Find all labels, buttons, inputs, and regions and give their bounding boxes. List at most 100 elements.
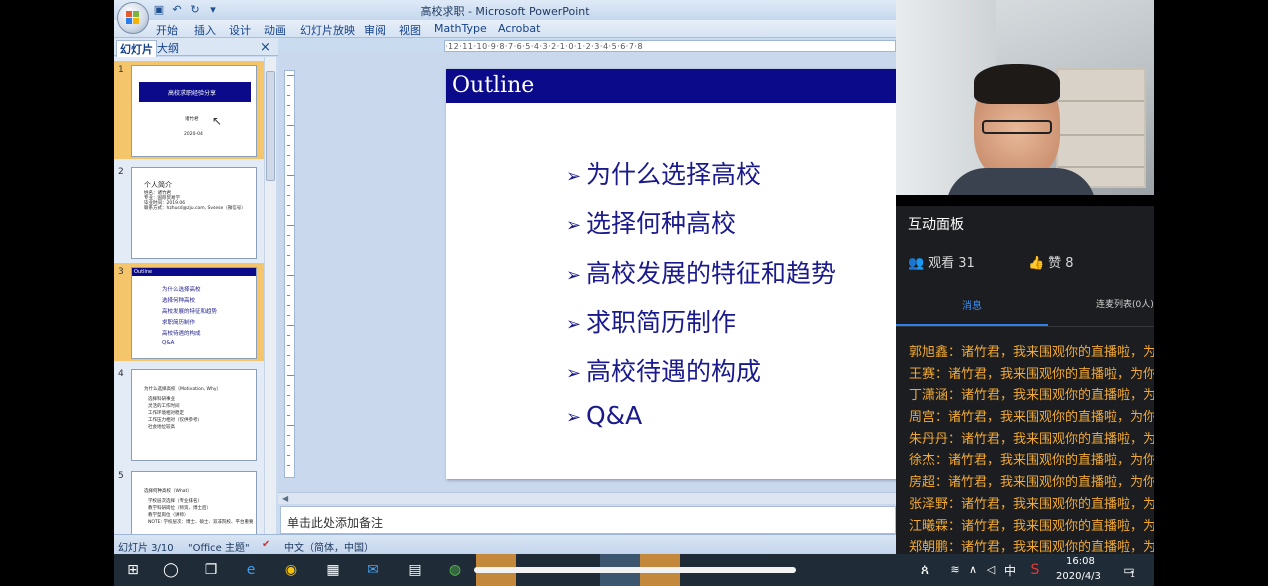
theme-name: "Office 主题" xyxy=(188,543,250,554)
slide-thumbnail-2[interactable]: 2 个人简介 姓名：诸竹君 专业：国际贸易学 毕业时间：2019.06 联系方式… xyxy=(114,163,264,261)
mouse-cursor-icon: ↖ xyxy=(212,114,223,128)
tab-mathtype[interactable]: MathType xyxy=(434,22,487,35)
sogou-icon[interactable]: S xyxy=(1026,561,1044,579)
mail-icon[interactable]: ✉ xyxy=(364,561,382,579)
task-view-icon[interactable]: ❐ xyxy=(202,561,220,579)
tab-slideshow[interactable]: 幻灯片放映 xyxy=(300,22,355,38)
redo-icon[interactable]: ↻ xyxy=(188,3,202,17)
chat-message: 江曦霖：诸竹君，我来围观你的直播啦，为 xyxy=(909,518,1154,534)
notification-count: 1 xyxy=(1130,570,1136,579)
store-icon[interactable]: ▦ xyxy=(324,561,342,579)
input-method-indicator[interactable]: 中 xyxy=(1004,562,1016,579)
bullet-text: 选择何种高校 xyxy=(586,209,737,238)
tab-animation[interactable]: 动画 xyxy=(264,22,286,38)
ruler-tick xyxy=(287,115,290,116)
arrow-bullet-icon: ➢ xyxy=(566,214,582,236)
slide-thumbnail-1[interactable]: 1 高校求职经验分享 诸竹君 2020-04 ↖ xyxy=(114,61,264,159)
tab-review[interactable]: 审阅 xyxy=(364,22,386,38)
slide-counter: 幻灯片 3/10 xyxy=(118,543,174,554)
notification-icon[interactable]: ▭ xyxy=(1120,561,1138,579)
tab-insert[interactable]: 插入 xyxy=(194,22,216,38)
ruler-tick xyxy=(287,445,290,446)
letterbox-right xyxy=(1154,0,1268,586)
tab-view[interactable]: 视图 xyxy=(399,22,421,38)
users-icon: 👥 xyxy=(908,256,925,271)
scroll-left-icon[interactable]: ◀ xyxy=(282,494,288,503)
calculator-icon[interactable]: ▤ xyxy=(406,561,424,579)
tab-outline[interactable]: 大纲 xyxy=(154,40,182,56)
pane-tabs: 幻灯片 大纲 × xyxy=(114,38,278,57)
notes-placeholder: 单击此处添加备注 xyxy=(287,516,384,530)
title-bar: 高校求职 - Microsoft PowerPoint xyxy=(114,0,896,20)
horizontal-scrollbar[interactable]: ◀ xyxy=(278,492,896,504)
cortana-icon[interactable]: ◯ xyxy=(162,561,180,579)
tab-slides[interactable]: 幻灯片 xyxy=(116,40,157,57)
tab-acrobat[interactable]: Acrobat xyxy=(498,22,540,35)
ruler-tick xyxy=(287,85,290,86)
undo-icon[interactable]: ↶ xyxy=(170,3,184,17)
ruler-tick xyxy=(287,125,294,126)
divider xyxy=(896,326,1154,327)
tab-home[interactable]: 开始 xyxy=(156,22,178,38)
slide-thumbnail-3[interactable]: 3 Outline 为什么选择高校 选择何种高校 高校发展的特征和趋势 求职简历… xyxy=(114,263,264,361)
vertical-ruler xyxy=(284,70,295,478)
office-button[interactable] xyxy=(117,2,149,34)
thumbnail-title: 高校求职经验分享 xyxy=(168,90,217,97)
slide-title[interactable]: Outline xyxy=(452,73,534,98)
person-icon[interactable]: ጰ xyxy=(916,561,934,579)
presenter-glasses xyxy=(982,120,1052,134)
thumbnail-preview: Outline 为什么选择高校 选择何种高校 高校发展的特征和趋势 求职简历制作… xyxy=(131,267,257,359)
chevron-up-icon[interactable]: ∧ xyxy=(964,561,982,579)
tab-messages[interactable]: 消息 xyxy=(962,297,982,312)
thumbnail-line: 选择科研事业 xyxy=(148,397,175,402)
chat-message: 周宫：诸竹君，我来围观你的直播啦，为你 xyxy=(909,410,1154,426)
ruler-tick xyxy=(287,365,290,366)
thumbnail-author: 诸竹君 xyxy=(185,117,199,122)
close-icon[interactable]: × xyxy=(260,40,271,55)
thumbnail-number: 5 xyxy=(118,471,124,481)
clock-date[interactable]: 2020/4/3 xyxy=(1056,571,1101,582)
arrow-bullet-icon: ➢ xyxy=(566,313,582,335)
slide-bullet[interactable]: ➢ 高校待遇的构成 xyxy=(566,352,761,388)
customize-dropdown-icon[interactable]: ▾ xyxy=(206,3,220,17)
tab-mic-list[interactable]: 连麦列表(0人) xyxy=(1096,297,1154,310)
thumbnail-line: 选择何种高校 xyxy=(162,298,196,304)
presenter-body xyxy=(946,168,1096,195)
slide-bullet[interactable]: ➢ Q&A xyxy=(566,401,642,430)
scrollbar-thumb[interactable] xyxy=(266,71,275,181)
thumbnail-heading: 为什么选择高校（Motivation, Why） xyxy=(144,387,222,392)
app-icon[interactable]: ◍ xyxy=(446,561,464,579)
tab-design[interactable]: 设计 xyxy=(229,22,251,38)
slide-thumbnail-4[interactable]: 4 为什么选择高校（Motivation, Why） 选择科研事业 灵活的工作时… xyxy=(114,365,264,463)
ruler-tick xyxy=(287,105,290,106)
current-slide[interactable]: Outline ➢ 为什么选择高校 ➢ 选择何种高校 ➢ 高校发展的特征和趋势 ➢ 求职… xyxy=(446,69,896,479)
status-bar: 幻灯片 3/10 "Office 主题" ✔ 中文（简体，中国） xyxy=(114,534,896,554)
wifi-icon[interactable]: ≋ xyxy=(946,561,964,579)
thumbnail-line: 教学科研岗位（师资、博士后） xyxy=(148,506,211,511)
ruler-tick xyxy=(287,335,290,336)
thumbnail-date: 2020-04 xyxy=(184,132,203,137)
slide-bullet[interactable]: ➢ 选择何种高校 xyxy=(566,204,736,240)
windows-start-icon[interactable]: ⊞ xyxy=(124,561,142,579)
thumbnail-heading: 个人简介 xyxy=(144,181,172,189)
ruler-tick xyxy=(287,215,290,216)
ruler-tick xyxy=(287,155,290,156)
thumbnail-scrollbar[interactable] xyxy=(264,57,276,534)
chrome-icon[interactable]: ◉ xyxy=(282,561,300,579)
slide-bullet[interactable]: ➢ 求职简历制作 xyxy=(566,303,736,339)
panel-title: 互动面板 xyxy=(908,217,964,233)
thumbnail-number: 2 xyxy=(118,167,124,177)
save-icon[interactable]: ▣ xyxy=(152,3,166,17)
notes-pane[interactable]: 单击此处添加备注 xyxy=(280,506,896,534)
clock-time[interactable]: 16:08 xyxy=(1066,556,1095,567)
like-count[interactable]: 👍 赞 8 xyxy=(1028,252,1074,271)
slide-thumbnail-5[interactable]: 5 选择何种高校（What） 学校层次选择（专业排名） 教学科研岗位（师资、博士… xyxy=(114,467,264,534)
edge-icon[interactable]: e xyxy=(242,561,260,579)
presenter-hair xyxy=(974,64,1060,104)
volume-icon[interactable]: ◁ xyxy=(982,561,1000,579)
slide-bullet[interactable]: ➢ 高校发展的特征和趋势 xyxy=(566,254,836,290)
window-title: 高校求职 - Microsoft PowerPoint xyxy=(420,5,590,18)
spellcheck-icon[interactable]: ✔ xyxy=(262,539,270,550)
slide-bullet[interactable]: ➢ 为什么选择高校 xyxy=(566,155,761,191)
viewer-count: 👥 观看 31 xyxy=(908,256,975,271)
